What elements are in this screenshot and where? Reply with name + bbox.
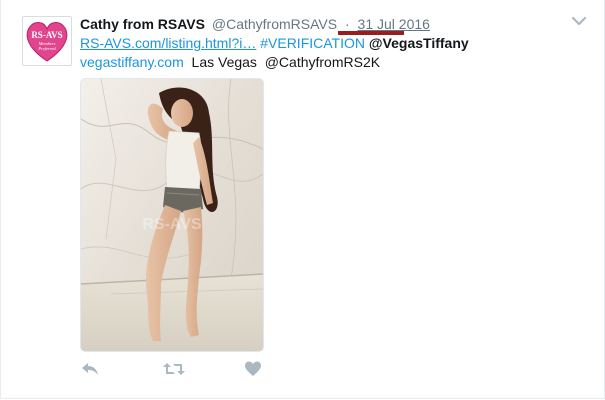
header-separator: ·	[344, 16, 350, 32]
tweet-timestamp[interactable]: 31 Jul 2016	[358, 16, 430, 32]
location-text: Las Vegas	[191, 54, 257, 70]
mention-text[interactable]: @CathyfromRS2K	[265, 54, 380, 70]
chevron-down-icon[interactable]	[571, 14, 587, 26]
avatar[interactable]: RS-AVS Members Preferred	[22, 16, 72, 66]
avatar-logo-sub2: Preferred	[37, 46, 56, 51]
author-display-name[interactable]: Cathy from RSAVS	[80, 16, 205, 32]
avatar-heart-logo: RS-AVS Members Preferred	[23, 17, 71, 65]
tweet-text-line-2: vegastiffany.com Las Vegas @CathyfromRS2…	[80, 53, 580, 72]
reply-icon[interactable]	[80, 360, 102, 380]
mention-link[interactable]: @VegasTiffany	[369, 35, 469, 51]
avatar-logo-text: RS-AVS	[31, 30, 62, 40]
photo-illustration: RS-AVS	[81, 79, 263, 351]
retweet-icon[interactable]	[162, 360, 186, 380]
tweet-photo[interactable]: RS-AVS	[80, 78, 264, 352]
website-link[interactable]: vegastiffany.com	[80, 54, 184, 70]
tweet-card[interactable]: RS-AVS Members Preferred Cathy from RSAV…	[0, 0, 605, 399]
author-handle[interactable]: @CathyfromRSAVS	[212, 16, 337, 32]
photo-watermark: RS-AVS	[142, 216, 202, 233]
hashtag-link[interactable]: #VERIFICATION	[260, 35, 365, 51]
like-icon[interactable]	[244, 360, 266, 380]
listing-link[interactable]: RS-AVS.com/listing.html?i…	[80, 35, 256, 51]
tweet-text-line-1: RS-AVS.com/listing.html?i… #VERIFICATION…	[80, 34, 580, 53]
tweet-text: RS-AVS.com/listing.html?i… #VERIFICATION…	[80, 34, 580, 72]
